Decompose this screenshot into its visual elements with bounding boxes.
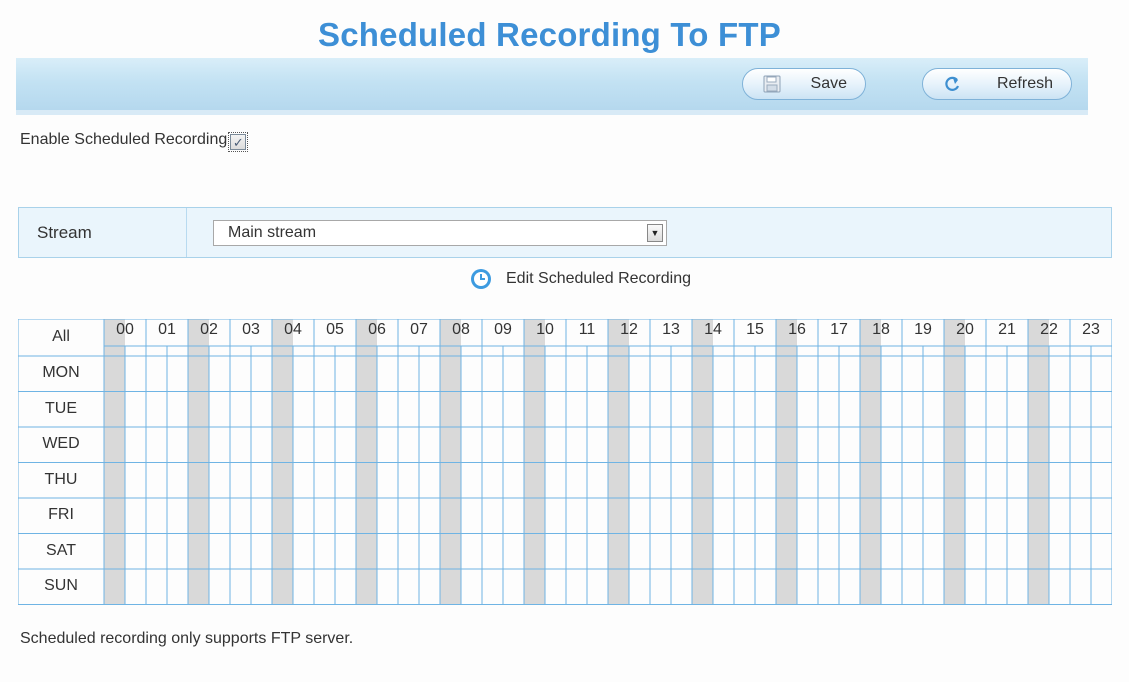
shaded-hour-column	[524, 319, 545, 605]
select-all-label[interactable]: All	[18, 328, 104, 346]
shaded-hour-column	[776, 319, 797, 605]
hour-label[interactable]: 08	[440, 321, 482, 339]
hour-label[interactable]: 22	[1028, 321, 1070, 339]
hour-label[interactable]: 09	[482, 321, 524, 339]
enable-scheduled-recording-row: Enable Scheduled Recording ✓	[20, 130, 249, 152]
shaded-hour-column	[188, 319, 209, 605]
hour-label[interactable]: 03	[230, 321, 272, 339]
chevron-down-icon[interactable]: ▼	[647, 224, 663, 242]
save-button[interactable]: Save	[742, 68, 866, 100]
day-label[interactable]: SUN	[18, 577, 104, 595]
hour-label[interactable]: 15	[734, 321, 776, 339]
hour-label[interactable]: 10	[524, 321, 566, 339]
schedule-grid-lines[interactable]	[18, 319, 1112, 605]
hour-label[interactable]: 02	[188, 321, 230, 339]
stream-label: Stream	[19, 208, 187, 257]
shaded-hour-column	[104, 319, 125, 605]
hour-label[interactable]: 05	[314, 321, 356, 339]
schedule-grid[interactable]: 00 01 02 03 04 05 06 07 08 09 10 11 12 13 14 15 16 17 18 19…	[18, 319, 1112, 605]
toolbar: Save Refresh	[16, 58, 1088, 115]
refresh-arrow-icon	[945, 76, 960, 91]
edit-scheduled-recording[interactable]: Edit Scheduled Recording	[470, 268, 691, 290]
hour-label[interactable]: 20	[944, 321, 986, 339]
hour-label[interactable]: 18	[860, 321, 902, 339]
hour-label[interactable]: 06	[356, 321, 398, 339]
stream-panel: Stream Main stream ▼	[18, 207, 1112, 258]
day-label[interactable]: MON	[18, 364, 104, 382]
ftp-note: Scheduled recording only supports FTP se…	[20, 630, 354, 647]
stream-select-value: Main stream	[228, 224, 317, 241]
shaded-hour-column	[692, 319, 713, 605]
shaded-hour-column	[440, 319, 461, 605]
enable-scheduled-recording-label: Enable Scheduled Recording	[20, 131, 228, 148]
hour-label[interactable]: 13	[650, 321, 692, 339]
clock-icon	[471, 269, 491, 289]
save-label: Save	[810, 75, 847, 92]
day-label[interactable]: THU	[18, 471, 104, 489]
hour-label[interactable]: 01	[146, 321, 188, 339]
shaded-hour-column	[860, 319, 881, 605]
hour-label[interactable]: 12	[608, 321, 650, 339]
shaded-hour-column	[608, 319, 629, 605]
enable-scheduled-recording-checkbox[interactable]: ✓	[228, 132, 249, 152]
page-title: Scheduled Recording To FTP	[318, 16, 781, 53]
hour-label[interactable]: 07	[398, 321, 440, 339]
hour-label[interactable]: 17	[818, 321, 860, 339]
shaded-hour-column	[272, 319, 293, 605]
refresh-label: Refresh	[996, 75, 1053, 92]
edit-scheduled-recording-label: Edit Scheduled Recording	[506, 270, 692, 287]
shaded-hour-column	[1028, 319, 1049, 605]
hour-label[interactable]: 21	[986, 321, 1028, 339]
shaded-hour-column	[356, 319, 377, 605]
hour-label[interactable]: 04	[272, 321, 314, 339]
page: Scheduled Recording To FTP Save Refresh …	[0, 0, 1129, 682]
floppy-disk-icon	[763, 75, 781, 93]
hour-label[interactable]: 00	[104, 321, 146, 339]
hour-label[interactable]: 16	[776, 321, 818, 339]
hour-label[interactable]: 14	[692, 321, 734, 339]
day-label[interactable]: SAT	[18, 542, 104, 560]
day-label[interactable]: TUE	[18, 400, 104, 418]
day-label[interactable]: WED	[18, 435, 104, 453]
hour-label[interactable]: 23	[1070, 321, 1112, 339]
hour-label[interactable]: 19	[902, 321, 944, 339]
day-label[interactable]: FRI	[18, 506, 104, 524]
stream-select[interactable]: Main stream ▼	[213, 220, 667, 246]
refresh-button[interactable]: Refresh	[922, 68, 1072, 100]
shaded-hour-column	[944, 319, 965, 605]
hour-label[interactable]: 11	[566, 321, 608, 339]
